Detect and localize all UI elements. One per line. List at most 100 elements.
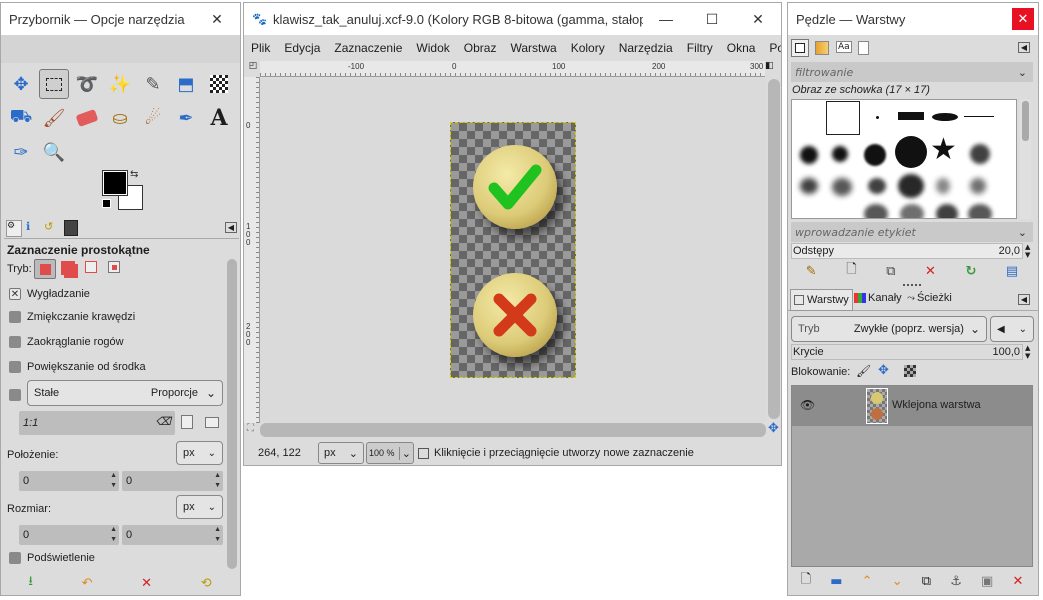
menu-view[interactable]: Widok — [409, 41, 456, 55]
anchor-layer-icon[interactable]: ⚓ — [950, 574, 962, 589]
brush-item[interactable] — [895, 136, 927, 168]
foreground-color-swatch[interactable] — [102, 170, 128, 196]
tab-brushes[interactable] — [791, 39, 809, 57]
close-icon[interactable]: ✕ — [735, 3, 781, 35]
brush-item[interactable] — [968, 204, 992, 218]
zoom-corner-icon[interactable]: ⛶ — [247, 423, 254, 434]
image-titlebar[interactable]: 🐾 klawisz_tak_anuluj.xcf-9.0 (Kolory RGB… — [244, 3, 781, 35]
tab-menu-icon[interactable]: ◀ — [224, 222, 237, 233]
move-tool-icon[interactable]: ✥ — [6, 69, 36, 99]
mode-replace-button[interactable] — [34, 259, 56, 279]
brush-item[interactable] — [936, 204, 958, 218]
zoom-tool-icon[interactable]: 🔍 — [39, 137, 69, 167]
bucket-fill-tool-icon[interactable]: ⛟ — [6, 103, 36, 133]
layer-mode-combo[interactable]: Tryb Zwykłe (poprz. wersja) ⌄ — [791, 316, 987, 342]
brush-star-icon[interactable]: ★ — [930, 132, 957, 167]
mode-add-button[interactable] — [61, 261, 75, 275]
tab-channels[interactable]: Kanały — [854, 292, 902, 304]
brush-item[interactable] — [970, 178, 986, 194]
opacity-slider[interactable]: Krycie 100,0 — [791, 344, 1023, 360]
text-tool-icon[interactable]: A — [204, 103, 234, 133]
brush-item[interactable] — [898, 112, 924, 120]
menu-layer[interactable]: Warstwa — [503, 41, 563, 55]
brush-item[interactable] — [832, 178, 852, 196]
clone-tool-icon[interactable]: ⛀ — [105, 103, 135, 133]
tab-menu-icon[interactable]: ◀ — [1017, 42, 1030, 53]
delete-options-icon[interactable]: ✕ — [141, 576, 152, 591]
new-brush-icon[interactable]: 🗋 — [846, 260, 856, 282]
brush-item[interactable] — [876, 116, 879, 119]
unit-combo[interactable]: px ⌄ — [318, 442, 364, 464]
brush-item[interactable] — [932, 113, 958, 121]
mode-subtract-button[interactable] — [85, 261, 97, 273]
duplicate-brush-icon[interactable]: ⧉ — [886, 264, 895, 279]
layer-mask-icon[interactable]: ▣ — [981, 574, 993, 589]
brush-item[interactable] — [900, 204, 924, 218]
composite-mode-combo[interactable]: ◀ ⌄ — [990, 316, 1034, 342]
new-layer-icon[interactable]: 🗋 — [801, 570, 811, 592]
navigate-corner-icon[interactable]: ◧ — [765, 61, 779, 77]
brushes-titlebar[interactable]: Pędzle — Warstwy ✕ — [788, 3, 1038, 35]
tab-tool-options[interactable]: ⚙ — [6, 220, 22, 237]
ratio-field[interactable]: 1:1 ⌫ — [19, 411, 175, 435]
tab-device-status[interactable]: ℹ — [26, 220, 30, 233]
spin-arrows-icon[interactable]: ▲ ▼ — [110, 471, 117, 491]
color-picker-tool-icon[interactable]: ✑ — [6, 137, 36, 167]
mode-intersect-button[interactable] — [108, 261, 120, 273]
layer-name[interactable]: Wklejona warstwa — [892, 399, 981, 411]
brush-item[interactable] — [864, 204, 888, 218]
close-icon[interactable]: ✕ — [1012, 8, 1034, 30]
size-unit-combo[interactable]: px ⌄ — [176, 495, 223, 519]
swap-colors-icon[interactable]: ⇆ — [130, 169, 138, 180]
brush-item[interactable] — [800, 146, 818, 164]
rounded-corners-checkbox[interactable] — [9, 336, 21, 348]
horizontal-scrollbar[interactable] — [260, 423, 766, 437]
menu-filters[interactable]: Filtry — [680, 41, 720, 55]
eraser-tool-icon[interactable] — [72, 103, 102, 133]
lock-alpha-icon[interactable] — [904, 365, 916, 377]
expand-from-center-checkbox[interactable] — [9, 361, 21, 373]
crop-tool-icon[interactable]: ✎ — [138, 69, 168, 99]
zoom-combo[interactable]: 100 % ⌄ — [366, 442, 414, 464]
image-layer-preview[interactable] — [450, 122, 576, 378]
minimize-icon[interactable]: — — [643, 3, 689, 35]
size-w-field[interactable]: 0 ▲ ▼ — [19, 525, 119, 545]
brush-item[interactable] — [936, 178, 950, 194]
brush-item[interactable] — [964, 116, 994, 117]
tab-undo-history[interactable]: ↺ — [44, 220, 53, 233]
brush-item[interactable] — [898, 174, 924, 198]
vertical-ruler[interactable]: 0 1 0 0 2 0 0 — [244, 77, 260, 423]
tags-field[interactable]: wprowadzanie etykiet ⌄ — [791, 222, 1033, 242]
duplicate-layer-icon[interactable]: ⧉ — [922, 574, 931, 589]
brush-item[interactable] — [832, 146, 848, 162]
position-unit-combo[interactable]: px ⌄ — [176, 441, 223, 465]
position-x-field[interactable]: 0 ▲ ▼ — [19, 471, 119, 491]
paintbrush-tool-icon[interactable]: 🖌 — [39, 103, 69, 133]
menu-image[interactable]: Obraz — [457, 41, 504, 55]
warp-transform-tool-icon[interactable] — [204, 69, 234, 99]
fixed-checkbox[interactable] — [9, 389, 21, 401]
default-colors-icon[interactable] — [102, 199, 111, 208]
horizontal-ruler[interactable]: -100 0 100 200 300 — [260, 61, 765, 77]
smudge-tool-icon[interactable]: ☄ — [138, 103, 168, 133]
tab-document-history[interactable] — [858, 41, 869, 55]
tab-fonts[interactable]: Aa — [836, 41, 852, 53]
menu-colors[interactable]: Kolory — [564, 41, 612, 55]
menu-file[interactable]: Plik — [244, 41, 277, 55]
edit-brush-icon[interactable]: ✎ — [806, 264, 817, 279]
portrait-icon[interactable] — [181, 415, 193, 429]
tab-patterns[interactable] — [815, 41, 829, 55]
brush-as-image-icon[interactable]: ▤ — [1006, 264, 1018, 279]
clear-icon[interactable]: ⌫ — [155, 415, 171, 428]
save-options-icon[interactable]: ⭳ — [28, 572, 33, 594]
maximize-icon[interactable]: ☐ — [689, 3, 735, 35]
spacing-slider[interactable]: Odstępy 20,0 — [791, 243, 1023, 259]
menu-windows[interactable]: Okna — [720, 41, 763, 55]
unified-transform-tool-icon[interactable]: ⬒ — [171, 69, 201, 99]
layer-row[interactable]: 👁 Wklejona warstwa — [792, 386, 1032, 426]
options-scrollbar[interactable] — [227, 259, 237, 569]
quick-mask-corner[interactable]: ◰ — [246, 61, 260, 77]
free-select-tool-icon[interactable]: ➰ — [72, 69, 102, 99]
brush-clipboard-thumbnail[interactable] — [826, 101, 860, 135]
tab-paths[interactable]: ⤳ Ścieżki — [907, 292, 952, 304]
